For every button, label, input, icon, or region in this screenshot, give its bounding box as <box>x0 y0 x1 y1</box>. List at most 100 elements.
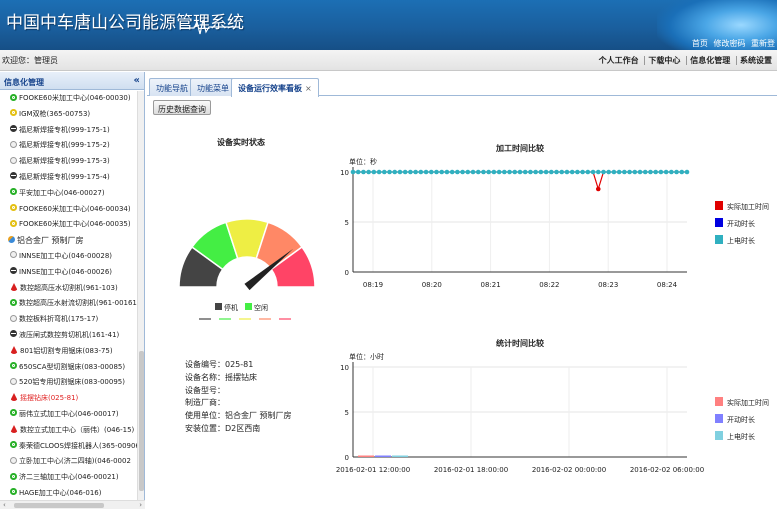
nav-system-settings[interactable]: 系统设置 <box>736 56 775 65</box>
tree-device-node[interactable]: 福尼斯焊接专机(999-175-4) <box>0 170 138 186</box>
data-point <box>512 169 518 175</box>
nav-personal-workbench[interactable]: 个人工作台 <box>596 56 642 65</box>
running-status-icon <box>10 472 17 480</box>
tree-device-node[interactable]: 福尼斯焊接专机(999-175-2) <box>0 138 138 154</box>
data-point <box>434 169 439 175</box>
tree-device-node[interactable]: 650SCA型切割锯床(083-00085) <box>0 360 138 376</box>
tree-device-node[interactable]: IGM双枪(365-00753) <box>0 107 138 123</box>
tree-group-node[interactable]: 铝合金厂 预制厂房 <box>0 233 138 249</box>
data-point <box>455 169 460 175</box>
tree-node-label: 福尼斯焊接专机(999-175-1) <box>19 125 110 134</box>
tree-device-node[interactable]: 秦荣德CLOOS焊接机器人(365-00906) <box>0 439 138 455</box>
data-point <box>507 169 512 175</box>
tab-function-menu[interactable]: 功能菜单 <box>190 78 236 96</box>
data-point <box>366 169 371 175</box>
history-query-button[interactable]: 历史数据查询 <box>153 100 211 115</box>
offline-status-icon <box>10 456 17 464</box>
data-point <box>382 169 387 175</box>
data-point <box>575 169 580 175</box>
tree-device-node[interactable]: 福尼斯焊接专机(999-175-1) <box>0 123 138 139</box>
sidebar-horizontal-scrollbar[interactable]: ‹ › <box>0 500 145 509</box>
stopped-status-icon <box>10 330 17 338</box>
data-point <box>658 169 664 175</box>
tab-function-nav[interactable]: 功能导航 <box>149 78 195 96</box>
legend-swatch <box>715 235 723 244</box>
tree-device-node[interactable]: 520铝专用切割锯床(083-00095) <box>0 375 138 391</box>
x-tick-label: 2016-02-02 00:00:00 <box>532 466 606 474</box>
statistics-time-chart: 统计时间比较单位：小时 0 5 10 2016-02-01 12:00:00 2016-0… <box>336 338 769 474</box>
data-point <box>538 169 544 175</box>
tree-node-label: 801铝切割专用锯床(083-75) <box>20 346 113 355</box>
top-nav: 个人工作台 下载中心 信息化管理 系统设置 <box>596 55 775 66</box>
tree-device-node[interactable]: 数控超高压水射流切割机(961-00161) <box>0 296 138 312</box>
data-point <box>549 169 554 175</box>
alarm-status-icon <box>10 424 18 433</box>
tree-device-node[interactable]: 摇摆钻床(025-81) <box>0 391 138 407</box>
stopped-status-icon <box>10 125 17 133</box>
tree-device-node[interactable]: INNSE加工中心(046-00028) <box>0 249 138 265</box>
tree-device-node[interactable]: 数控立式加工中心（丽伟）(046-15) <box>0 423 138 439</box>
sidebar-header: 信息化管理 « <box>0 72 144 90</box>
tree-node-label: 650SCA型切割锯床(083-00085) <box>19 362 126 371</box>
data-point <box>444 169 450 175</box>
close-icon[interactable]: × <box>305 84 312 93</box>
data-bar <box>375 455 391 457</box>
tree-node-label: 济二三轴加工中心(046-00021) <box>19 473 119 482</box>
tab-bar: 功能导航 功能菜单 设备运行效率看板 × <box>147 76 777 97</box>
sidebar-vertical-scrollbar[interactable] <box>137 91 144 501</box>
device-manufacturer: 制造厂商： <box>185 398 225 408</box>
scroll-thumb[interactable] <box>139 351 144 491</box>
tree-node-label: 数控超高压水射流切割机(961-00161) <box>19 299 138 308</box>
nav-info-management[interactable]: 信息化管理 <box>686 56 734 65</box>
change-password-link[interactable]: 修改密码 <box>713 39 745 48</box>
data-point <box>439 169 445 175</box>
data-point <box>376 169 382 175</box>
data-point <box>554 169 559 175</box>
scroll-left-icon[interactable]: ‹ <box>3 501 6 509</box>
tree-device-node[interactable]: FOOKE60米加工中心(046-00030) <box>0 91 138 107</box>
legend-label: 实际加工时间 <box>727 398 769 407</box>
scroll-thumb[interactable] <box>14 503 104 508</box>
tree-device-node[interactable]: 立卧加工中心(济二四轴)(046-0002 <box>0 454 138 470</box>
tree-device-node[interactable]: 丽伟立式加工中心(046-00017) <box>0 407 138 423</box>
home-link[interactable]: 首页 <box>692 39 708 48</box>
relogin-link[interactable]: 重新登 <box>751 39 775 48</box>
x-tick-label: 2016-02-01 12:00:00 <box>336 466 410 474</box>
data-point <box>491 169 497 175</box>
scroll-right-icon[interactable]: › <box>139 501 142 509</box>
tree-node-label: 福尼斯焊接专机(999-175-3) <box>19 157 110 166</box>
tree-device-node[interactable]: HAGE加工中心(046-016) <box>0 486 138 501</box>
alarm-status-icon <box>10 282 18 291</box>
device-model: 设备型号： <box>185 385 225 395</box>
x-tick-label: 2016-02-02 06:00:00 <box>630 466 704 474</box>
tab-label: 设备运行效率看板 <box>238 84 302 93</box>
tree-device-node[interactable]: 801铝切割专用锯床(083-75) <box>0 344 138 360</box>
tree-device-node[interactable]: 济二三轴加工中心(046-00021) <box>0 470 138 486</box>
tree-device-node[interactable]: 液压闸式数控剪切机机(161-41) <box>0 328 138 344</box>
data-point <box>475 169 481 175</box>
tree-device-node[interactable]: FOOKE60米加工中心(046-00034) <box>0 202 138 218</box>
data-point <box>387 169 392 175</box>
data-point <box>606 169 612 175</box>
x-tick-label: 08:24 <box>657 281 678 289</box>
tree-device-node[interactable]: 数控板料折弯机(175-17) <box>0 312 138 328</box>
tree-device-node[interactable]: FOOKE60米加工中心(046-00035) <box>0 217 138 233</box>
tab-equipment-efficiency-board[interactable]: 设备运行效率看板 × <box>231 78 319 97</box>
tree-device-node[interactable]: 福尼斯焊接专机(999-175-3) <box>0 154 138 170</box>
x-tick-label: 2016-02-01 18:00:00 <box>434 466 508 474</box>
data-point <box>585 169 591 175</box>
legend-swatch <box>715 397 723 406</box>
tree-device-node[interactable]: 平安加工中心(046-00027) <box>0 186 138 202</box>
chart-unit-label: 单位：秒 <box>349 157 377 166</box>
tree-device-node[interactable]: 数控超高压水切割机(961-103) <box>0 281 138 297</box>
collapse-icon[interactable]: « <box>134 75 140 86</box>
data-point <box>413 169 418 175</box>
y-tick-label: 10 <box>340 169 349 177</box>
legend-swatch <box>715 431 723 440</box>
tree-device-node[interactable]: INNSE加工中心(046-00026) <box>0 265 138 281</box>
nav-download-center[interactable]: 下载中心 <box>644 56 684 65</box>
y-tick-label: 10 <box>340 364 349 372</box>
running-status-icon <box>10 441 17 449</box>
data-point <box>564 169 570 175</box>
data-point <box>543 169 549 175</box>
